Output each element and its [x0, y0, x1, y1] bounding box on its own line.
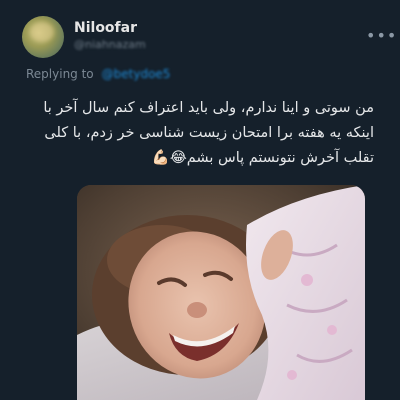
tweet-media-image[interactable] — [77, 185, 365, 400]
more-options-icon[interactable]: ••• — [366, 26, 397, 45]
tweet-text: من سوتی و اینا ندارم، ولی باید اعتراف کن… — [24, 96, 374, 171]
tweet-line: من سوتی و اینا ندارم، ولی باید اعتراف کن… — [43, 100, 374, 116]
tweet-line: اینکه یه هفته برا امتحان زیست شناسی خر ز… — [44, 125, 374, 141]
replying-to: Replying to @betydoe5 — [26, 67, 170, 81]
laughing-child-photo — [77, 185, 365, 400]
author-handle[interactable]: @niahnazam — [74, 38, 146, 51]
author-display-name[interactable]: Niloofar — [74, 20, 137, 36]
author-avatar[interactable] — [22, 16, 64, 58]
replying-to-label: Replying to — [26, 67, 94, 81]
tweet-line: تقلب آخرش نتونستم پاس بشم😂💪🏻 — [151, 150, 374, 166]
reply-mention-link[interactable]: @betydoe5 — [102, 67, 171, 81]
